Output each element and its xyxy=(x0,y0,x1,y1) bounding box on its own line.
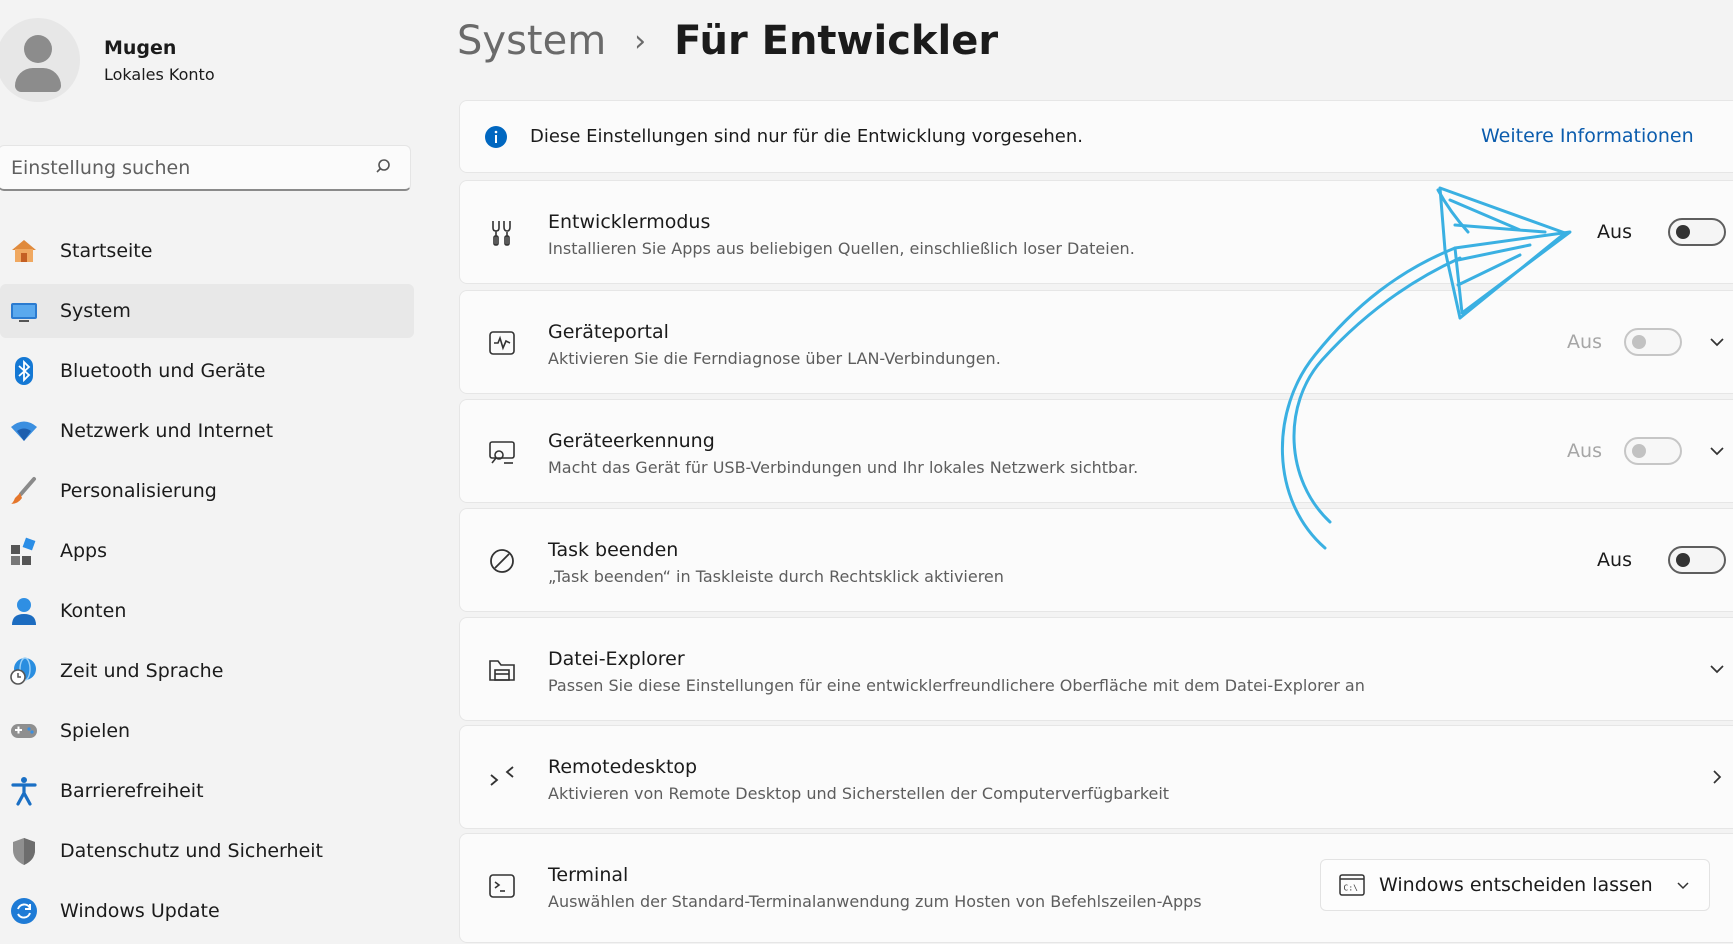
setting-terminal[interactable]: Terminal Auswählen der Standard-Terminal… xyxy=(459,833,1733,943)
setting-description: Macht das Gerät für USB-Verbindungen und… xyxy=(548,458,1139,477)
terminal-icon xyxy=(484,868,520,904)
setting-title: Terminal xyxy=(548,864,629,886)
system-icon xyxy=(8,295,40,327)
developer-mode-toggle[interactable] xyxy=(1668,218,1726,246)
setting-title: Datei-Explorer xyxy=(548,648,685,670)
sidebar-item-label: Startseite xyxy=(60,240,153,262)
sidebar-item-windows-update[interactable]: Windows Update xyxy=(0,884,414,938)
setting-file-explorer[interactable]: Datei-Explorer Passen Sie diese Einstell… xyxy=(459,617,1733,721)
sidebar-item-barrierefreiheit[interactable]: Barrierefreiheit xyxy=(0,764,414,818)
sidebar-item-apps[interactable]: Apps xyxy=(0,524,414,578)
device-portal-toggle[interactable] xyxy=(1624,328,1682,356)
sidebar-item-bluetooth[interactable]: Bluetooth und Geräte xyxy=(0,344,414,398)
sidebar-item-label: Windows Update xyxy=(60,900,220,922)
device-portal-icon xyxy=(484,325,520,361)
setting-description: Aktivieren von Remote Desktop und Sicher… xyxy=(548,784,1170,803)
globe-clock-icon xyxy=(8,655,40,687)
setting-description: Aktivieren Sie die Ferndiagnose über LAN… xyxy=(548,349,1001,368)
sidebar-item-label: Konten xyxy=(60,600,127,622)
sidebar: Mugen Lokales Konto Startseite System Bl… xyxy=(0,0,420,926)
info-icon xyxy=(484,125,508,149)
chevron-down-icon xyxy=(1673,875,1693,899)
setting-end-task[interactable]: Task beenden „Task beenden“ in Taskleist… xyxy=(459,508,1733,612)
account-icon xyxy=(8,595,40,627)
remote-desktop-icon xyxy=(484,760,520,796)
developer-tools-icon xyxy=(484,215,520,251)
settings-search-box xyxy=(0,145,411,191)
sidebar-item-konten[interactable]: Konten xyxy=(0,584,414,638)
info-text: Diese Einstellungen sind nur für die Ent… xyxy=(530,126,1083,147)
end-task-toggle[interactable] xyxy=(1668,546,1726,574)
setting-title: Geräteerkennung xyxy=(548,430,715,452)
chevron-down-icon[interactable] xyxy=(1706,440,1728,462)
chevron-down-icon[interactable] xyxy=(1706,658,1728,680)
sidebar-item-label: System xyxy=(60,300,131,322)
sidebar-item-label: Apps xyxy=(60,540,108,562)
more-info-link[interactable]: Weitere Informationen xyxy=(1481,125,1694,147)
sidebar-item-label: Netzwerk und Internet xyxy=(60,420,274,442)
toggle-state-label: Aus xyxy=(1567,440,1602,462)
breadcrumb-parent[interactable]: System xyxy=(457,18,606,64)
gamepad-icon xyxy=(8,715,40,747)
sidebar-item-personalisierung[interactable]: Personalisierung xyxy=(0,464,414,518)
svg-text:C:\: C:\ xyxy=(1344,884,1359,893)
file-explorer-icon xyxy=(484,652,520,688)
breadcrumb: System › Für Entwickler xyxy=(457,18,998,64)
update-icon xyxy=(8,895,40,927)
setting-description: Installieren Sie Apps aus beliebigen Que… xyxy=(548,239,1135,258)
sidebar-item-label: Zeit und Sprache xyxy=(60,660,224,682)
sidebar-item-zeit-sprache[interactable]: Zeit und Sprache xyxy=(0,644,414,698)
info-bar: Diese Einstellungen sind nur für die Ent… xyxy=(459,100,1733,173)
setting-developer-mode[interactable]: Entwicklermodus Installieren Sie Apps au… xyxy=(459,180,1733,284)
profile-name: Mugen xyxy=(104,36,177,59)
dropdown-selected-value: Windows entscheiden lassen xyxy=(1379,874,1653,896)
cmd-icon: C:\ xyxy=(1339,874,1365,896)
sidebar-item-system[interactable]: System xyxy=(0,284,414,338)
setting-title: Task beenden xyxy=(548,539,679,561)
sidebar-item-label: Spielen xyxy=(60,720,131,742)
search-input[interactable] xyxy=(0,146,353,190)
profile-account-type: Lokales Konto xyxy=(104,64,215,84)
brush-icon xyxy=(8,475,40,507)
sidebar-item-netzwerk[interactable]: Netzwerk und Internet xyxy=(0,404,414,458)
sidebar-item-spielen[interactable]: Spielen xyxy=(0,704,414,758)
setting-title: Remotedesktop xyxy=(548,756,698,778)
avatar xyxy=(0,18,80,102)
breadcrumb-separator: › xyxy=(634,23,647,59)
setting-title: Entwicklermodus xyxy=(548,211,711,233)
wifi-icon xyxy=(8,415,40,447)
page-title: Für Entwickler xyxy=(674,18,999,64)
toggle-state-label: Aus xyxy=(1597,549,1632,571)
chevron-right-icon[interactable] xyxy=(1706,766,1728,788)
sidebar-item-label: Datenschutz und Sicherheit xyxy=(60,840,323,862)
setting-remote-desktop[interactable]: Remotedesktop Aktivieren von Remote Desk… xyxy=(459,725,1733,829)
device-discovery-toggle[interactable] xyxy=(1624,437,1682,465)
toggle-state-label: Aus xyxy=(1567,331,1602,353)
setting-description: „Task beenden“ in Taskleiste durch Recht… xyxy=(548,567,1004,586)
end-task-icon xyxy=(484,543,520,579)
sidebar-item-label: Bluetooth und Geräte xyxy=(60,360,266,382)
home-icon xyxy=(8,235,40,267)
toggle-state-label: Aus xyxy=(1597,221,1632,243)
search-icon[interactable] xyxy=(376,158,394,180)
bluetooth-icon xyxy=(8,355,40,387)
chevron-down-icon[interactable] xyxy=(1706,331,1728,353)
sidebar-item-label: Barrierefreiheit xyxy=(60,780,204,802)
sidebar-item-label: Personalisierung xyxy=(60,480,217,502)
setting-description: Passen Sie diese Einstellungen für eine … xyxy=(548,676,1365,695)
setting-description: Auswählen der Standard-Terminalanwendung… xyxy=(548,892,1202,911)
sidebar-item-datenschutz[interactable]: Datenschutz und Sicherheit xyxy=(0,824,414,878)
shield-icon xyxy=(8,835,40,867)
setting-device-discovery[interactable]: Geräteerkennung Macht das Gerät für USB-… xyxy=(459,399,1733,503)
sidebar-item-startseite[interactable]: Startseite xyxy=(0,224,414,278)
device-discovery-icon xyxy=(484,434,520,470)
apps-icon xyxy=(8,535,40,567)
setting-device-portal[interactable]: Geräteportal Aktivieren Sie die Ferndiag… xyxy=(459,290,1733,394)
user-profile[interactable]: Mugen Lokales Konto xyxy=(0,18,215,102)
setting-title: Geräteportal xyxy=(548,321,669,343)
sidebar-nav: Startseite System Bluetooth und Geräte N… xyxy=(0,224,414,944)
accessibility-icon xyxy=(8,775,40,807)
terminal-app-dropdown[interactable]: C:\ Windows entscheiden lassen xyxy=(1320,859,1710,911)
